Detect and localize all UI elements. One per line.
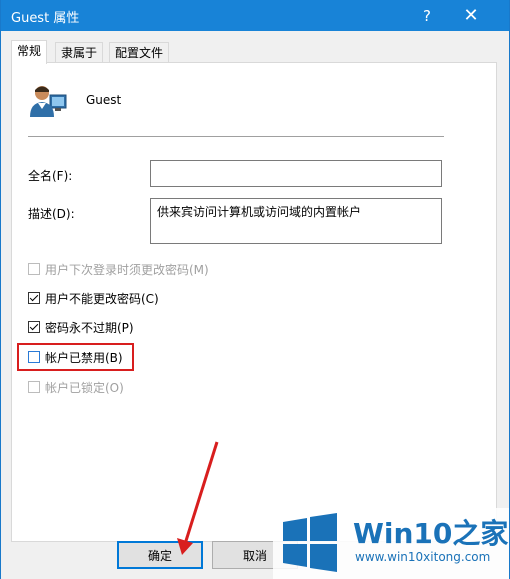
- windows-logo-icon: [283, 513, 337, 572]
- must-change-password-option[interactable]: 用户下次登录时须更改密码(M): [28, 261, 209, 277]
- title-bar[interactable]: Guest 属性 ? ✕: [1, 0, 509, 31]
- tab-member-of[interactable]: 隶属于: [55, 42, 104, 63]
- description-field[interactable]: 供来宾访问计算机或访问域的内置帐户: [150, 198, 442, 244]
- window-title: Guest 属性: [11, 11, 80, 26]
- checkbox[interactable]: [28, 321, 40, 333]
- separator: [28, 136, 444, 137]
- user-icon: [30, 86, 67, 117]
- properties-dialog: Guest 属性 ? ✕ 常规 隶属于 配置文件 Guest 全名(F): 描述…: [0, 0, 510, 579]
- tab-general[interactable]: 常规: [11, 40, 48, 64]
- fullname-field[interactable]: [150, 160, 442, 187]
- close-button[interactable]: ✕: [449, 0, 493, 31]
- watermark-url: www.win10xitong.com: [355, 550, 491, 564]
- watermark-brand-suffix: 之家: [452, 517, 509, 550]
- user-name: Guest: [86, 93, 122, 107]
- option-label: 用户下次登录时须更改密码(M): [45, 262, 209, 277]
- option-label: 用户不能更改密码(C): [45, 291, 159, 306]
- annotation-arrow: [177, 441, 219, 555]
- fullname-label: 全名(F):: [28, 169, 73, 183]
- checkbox[interactable]: [28, 263, 40, 275]
- watermark-title: Win10之家: [353, 512, 508, 552]
- help-button[interactable]: ?: [405, 0, 449, 31]
- checkbox[interactable]: [28, 381, 40, 393]
- account-locked-option[interactable]: 帐户已锁定(O): [28, 379, 124, 395]
- option-label: 帐户已锁定(O): [45, 380, 124, 395]
- option-label: 密码永不过期(P): [45, 320, 134, 335]
- description-label: 描述(D):: [28, 207, 75, 221]
- password-never-expires-option[interactable]: 密码永不过期(P): [28, 319, 134, 335]
- checkbox[interactable]: [28, 292, 40, 304]
- watermark: Win10之家 www.win10xitong.com: [273, 508, 509, 579]
- watermark-brand: Win10: [353, 517, 453, 550]
- tab-profile[interactable]: 配置文件: [109, 42, 170, 63]
- highlight-box: [17, 343, 134, 371]
- general-tab-panel: Guest 全名(F): 描述(D): 供来宾访问计算机或访问域的内置帐户 用户…: [11, 62, 497, 542]
- cannot-change-password-option[interactable]: 用户不能更改密码(C): [28, 290, 159, 306]
